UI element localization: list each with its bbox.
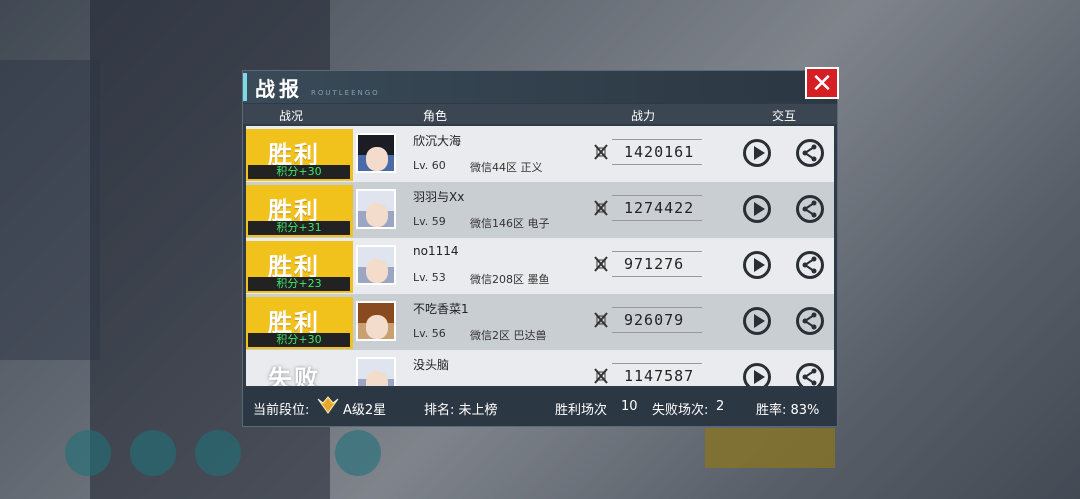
points-label: 积分+30	[248, 165, 350, 179]
battle-report-panel: 战报 ROUTLEENGO ✕ 战况 角色 战力 交互 胜利 积分+30 欣沉大…	[242, 67, 839, 427]
player-name: 没头脑	[413, 358, 450, 372]
column-role: 角色	[423, 109, 448, 123]
losses-label: 失败场次:	[652, 403, 709, 418]
stats-footer: 当前段位: A级2星 排名: 未上榜 胜利场次 10 失败场次: 2 胜率: 8…	[243, 388, 837, 426]
close-icon: ✕	[811, 69, 833, 99]
power-box: 971276	[612, 251, 702, 277]
player-server: 微信208区 墨鱼	[470, 273, 550, 286]
power-icon	[594, 200, 608, 216]
rank-value: A级2星	[343, 403, 387, 418]
player-level: Lv. 56	[413, 327, 446, 340]
power-icon	[594, 368, 608, 384]
player-level: Lv. 53	[413, 271, 446, 284]
player-server: 微信44区 正义	[470, 161, 543, 174]
player-avatar[interactable]	[356, 133, 396, 173]
result-banner: 胜利 积分+30	[246, 297, 353, 349]
result-label: 失败	[268, 365, 320, 386]
power-value: 926079	[624, 311, 685, 329]
player-server: 微信146区 电子	[470, 217, 550, 230]
replay-button[interactable]	[743, 307, 771, 335]
share-button[interactable]	[796, 195, 824, 223]
panel-titlebar: 战报 ROUTLEENGO	[243, 71, 837, 103]
wins-label: 胜利场次	[555, 403, 608, 418]
result-banner: 胜利 积分+23	[246, 241, 353, 293]
points-label: 积分+30	[248, 333, 350, 347]
rank-badge-icon	[317, 396, 339, 414]
replay-button[interactable]	[743, 139, 771, 167]
title-accent-bar	[243, 73, 247, 101]
ranking-text: 排名: 未上榜	[424, 403, 498, 418]
power-icon	[594, 256, 608, 272]
player-avatar[interactable]	[356, 189, 396, 229]
share-icon	[802, 368, 817, 386]
rank-label: 当前段位:	[253, 403, 310, 418]
power-box: 1147587	[612, 363, 702, 386]
power-value: 1420161	[624, 143, 695, 161]
column-status: 战况	[279, 109, 304, 123]
player-name: no1114	[413, 244, 459, 258]
wins-value: 10	[621, 399, 638, 414]
power-icon	[594, 144, 608, 160]
player-name: 不吃香菜1	[413, 302, 469, 316]
replay-button[interactable]	[743, 363, 771, 386]
share-button[interactable]	[796, 363, 824, 386]
share-icon	[802, 312, 817, 330]
player-server: 微信2区 巴达兽	[470, 329, 547, 342]
power-value: 971276	[624, 255, 685, 273]
points-label: 积分+31	[248, 221, 350, 235]
result-banner: 胜利 积分+30	[246, 129, 353, 181]
share-icon	[802, 144, 817, 162]
column-interact: 交互	[772, 109, 797, 123]
player-avatar[interactable]	[356, 357, 396, 386]
player-name: 羽羽与Xx	[413, 190, 465, 204]
title-decoration: ROUTLEENGO	[311, 89, 380, 97]
battle-list[interactable]: 胜利 积分+30 欣沉大海 Lv. 60 微信44区 正义 1420161 胜利…	[246, 126, 834, 386]
panel-title: 战报	[255, 77, 303, 101]
share-icon	[802, 200, 817, 218]
losses-value: 2	[716, 399, 725, 414]
result-banner: 失败	[246, 353, 353, 386]
win-rate: 胜率: 83%	[756, 403, 820, 418]
battle-row: 胜利 积分+31 羽羽与Xx Lv. 59 微信146区 电子 1274422	[246, 182, 834, 238]
share-button[interactable]	[796, 251, 824, 279]
share-button[interactable]	[796, 307, 824, 335]
points-label: 积分+23	[248, 277, 350, 291]
player-avatar[interactable]	[356, 245, 396, 285]
battle-row: 胜利 积分+30 欣沉大海 Lv. 60 微信44区 正义 1420161	[246, 126, 834, 182]
close-button[interactable]: ✕	[805, 67, 839, 99]
column-power: 战力	[631, 109, 656, 123]
player-name: 欣沉大海	[413, 134, 462, 148]
player-level: Lv. 59	[413, 215, 446, 228]
power-value: 1147587	[624, 367, 695, 385]
power-box: 926079	[612, 307, 702, 333]
player-avatar[interactable]	[356, 301, 396, 341]
power-icon	[594, 312, 608, 328]
power-value: 1274422	[624, 199, 695, 217]
battle-row: 胜利 积分+23 no1114 Lv. 53 微信208区 墨鱼 971276	[246, 238, 834, 294]
result-banner: 胜利 积分+31	[246, 185, 353, 237]
share-button[interactable]	[796, 139, 824, 167]
share-icon	[802, 256, 817, 274]
replay-button[interactable]	[743, 251, 771, 279]
power-box: 1420161	[612, 139, 702, 165]
player-level: Lv. 60	[413, 159, 446, 172]
battle-row: 胜利 积分+30 不吃香菜1 Lv. 56 微信2区 巴达兽 926079	[246, 294, 834, 350]
battle-row: 失败 没头脑 1147587	[246, 350, 834, 386]
column-header: 战况 角色 战力 交互	[243, 104, 837, 124]
replay-button[interactable]	[743, 195, 771, 223]
power-box: 1274422	[612, 195, 702, 221]
